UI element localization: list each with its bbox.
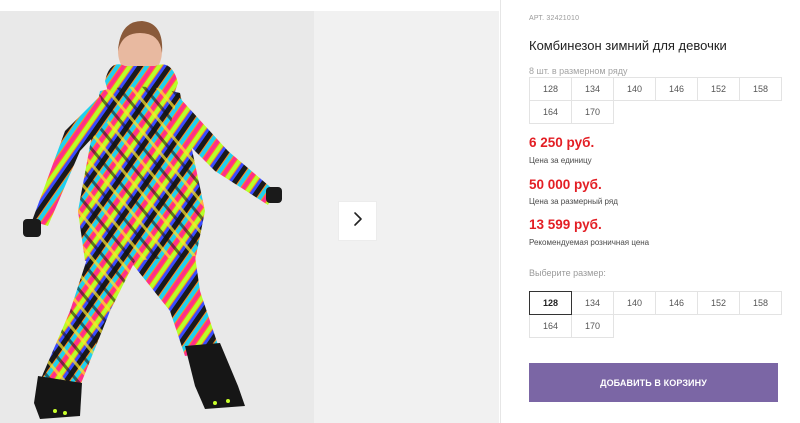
price-unit: 6 250 руб. [529,135,595,150]
product-sku: АРТ. 32421010 [529,15,580,22]
size-option[interactable]: 140 [613,291,656,315]
column-divider [500,0,501,423]
size-option[interactable]: 170 [571,314,614,338]
size-option[interactable]: 152 [697,291,740,315]
product-photo [0,11,314,423]
size-option[interactable]: 134 [571,291,614,315]
size-option[interactable]: 164 [529,314,572,338]
size-run-cell: 128 [529,77,572,101]
size-option[interactable]: 146 [655,291,698,315]
size-run-grid: 128 134 140 146 152 158 164 170 [529,77,782,124]
size-picker-label: Выберите размер: [529,268,606,278]
size-option[interactable]: 158 [739,291,782,315]
product-page: АРТ. 32421010 Комбинезон зимний для дево… [0,0,800,423]
size-run-cell: 140 [613,77,656,101]
size-run-cell: 134 [571,77,614,101]
price-unit-caption: Цена за единицу [529,156,592,165]
size-run-cell: 164 [529,100,572,124]
price-retail-caption: Рекомендуемая розничная цена [529,238,650,247]
size-run-cell: 170 [571,100,614,124]
size-run-cell: 146 [655,77,698,101]
product-title: Комбинезон зимний для девочки [529,38,727,53]
size-run-note: 8 шт. в размерном ряду [529,66,628,76]
size-run-cell: 158 [739,77,782,101]
price-size-run: 50 000 руб. [529,177,602,192]
size-run-cell: 152 [697,77,740,101]
size-picker: 128 134 140 146 152 158 164 170 [529,291,782,338]
add-to-cart-button[interactable]: ДОБАВИТЬ В КОРЗИНУ [529,363,778,402]
chevron-right-icon [352,211,364,232]
price-retail: 13 599 руб. [529,217,602,232]
price-size-run-caption: Цена за размерный ряд [529,197,618,206]
gallery-next-button[interactable] [339,202,376,240]
size-option-selected[interactable]: 128 [529,291,572,315]
